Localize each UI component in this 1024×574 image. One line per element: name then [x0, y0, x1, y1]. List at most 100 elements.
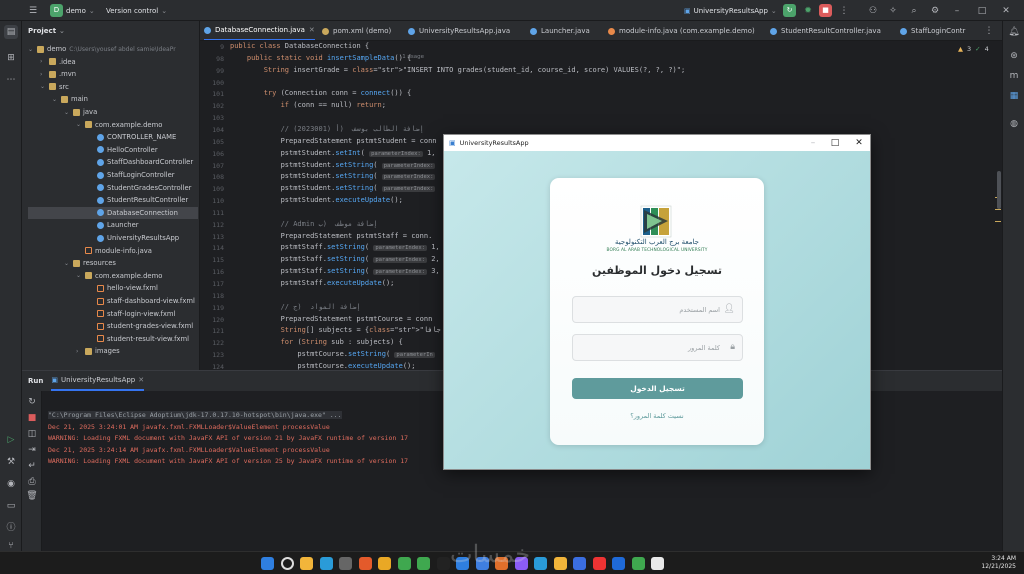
browser-icon[interactable] [339, 557, 352, 570]
app-icon[interactable] [612, 557, 625, 570]
editor-tab[interactable]: module-info.java (com.example.demo) [608, 21, 755, 40]
chevron-down-icon[interactable]: ⌄ [52, 96, 58, 103]
trash-icon[interactable]: 🗑︎ [25, 489, 39, 503]
tree-item[interactable]: UniversityResultsApp [88, 232, 179, 244]
services-tool-icon[interactable]: ◉ [4, 477, 18, 491]
login-button[interactable]: تسجيل الدخول [572, 378, 743, 399]
database-icon[interactable]: ▦ [1007, 89, 1021, 103]
tree-item[interactable]: StudentGradesController [88, 182, 191, 194]
search-icon[interactable] [280, 557, 294, 570]
assistant-button[interactable]: ✧ [886, 4, 900, 17]
minimize-button[interactable]: – [950, 4, 964, 17]
system-clock[interactable]: 3:24 AM 12/21/2025 [970, 555, 1016, 571]
more-tabs-icon[interactable]: ⋮ [982, 24, 996, 38]
start-icon[interactable] [261, 557, 274, 570]
close-button[interactable]: ✕ [999, 4, 1013, 17]
problems-tool-icon[interactable]: ⓘ [4, 521, 18, 535]
app-icon[interactable] [592, 557, 606, 570]
editor-tab[interactable]: Launcher.java [530, 21, 590, 40]
rerun-icon[interactable]: ↻ [25, 395, 39, 409]
close-icon[interactable]: ✕ [852, 136, 866, 150]
pycharm-icon[interactable] [573, 557, 586, 570]
tree-item[interactable]: StaffLoginController [88, 169, 175, 181]
tree-item[interactable]: ⌄ src [40, 81, 69, 93]
forgot-password-link[interactable]: نسيت كلمة المرور؟ [570, 412, 744, 420]
maximize-button[interactable]: □ [975, 4, 989, 17]
editor-tab[interactable]: UniversityResultsApp.java [408, 21, 510, 40]
tree-item[interactable]: ⌄ demo C:\Users\yousef abdel samie\IdeaPr [28, 43, 176, 55]
restore-layout-icon[interactable]: ⇥ [25, 443, 39, 457]
username-field[interactable]: 👤︎ [572, 296, 743, 323]
maven-icon[interactable]: m [1007, 69, 1021, 83]
chevron-down-icon[interactable]: ⌄ [76, 272, 82, 279]
project-panel-header[interactable]: Project ⌄ [22, 21, 199, 41]
more-tools-icon[interactable]: ⋯ [4, 73, 18, 87]
chevron-down-icon[interactable]: ⌄ [64, 260, 70, 267]
tree-item[interactable]: ⌄ resources [64, 257, 116, 269]
tree-item[interactable]: staff-dashboard-view.fxml [88, 295, 195, 307]
print-icon[interactable]: ⎙ [25, 475, 39, 489]
tree-item[interactable]: ⌄ com.example.demo [76, 270, 162, 282]
sheets-icon[interactable] [397, 557, 411, 570]
run-tool-icon[interactable]: ▷ [4, 433, 18, 447]
app-title-bar[interactable]: ▣ UniversityResultsApp – □ ✕ [444, 135, 870, 151]
rerun-button[interactable]: ↻ [783, 4, 796, 17]
java-icon[interactable] [651, 557, 664, 570]
editor-scrollbar[interactable] [997, 171, 1001, 209]
editor-tab[interactable]: StudentResultController.java [770, 21, 881, 40]
brave-icon[interactable] [358, 557, 372, 570]
notifications-icon[interactable]: 🔔︎ [1007, 25, 1021, 39]
inspection-widget[interactable]: ▲ 3 ✓ 4 [958, 45, 989, 53]
chevron-down-icon[interactable]: ⌄ [64, 109, 70, 116]
tree-item[interactable]: module-info.java [76, 245, 152, 257]
camera-icon[interactable]: ◫ [25, 427, 39, 441]
chevron-down-icon[interactable]: ⌄ [28, 46, 34, 53]
project-tool-icon[interactable]: ▤ [4, 25, 18, 39]
tree-item[interactable]: › .idea [40, 56, 76, 68]
minimize-icon[interactable]: – [806, 136, 820, 150]
tree-item[interactable]: › images [76, 345, 120, 357]
code-with-me-button[interactable]: ⚇ [866, 4, 880, 17]
stop-icon[interactable]: ■ [25, 411, 39, 425]
tree-item[interactable]: CONTROLLER_NAME [88, 131, 176, 143]
editor-tab[interactable]: DatabaseConnection.java ✕ [204, 21, 315, 40]
close-icon[interactable]: ✕ [138, 376, 144, 384]
settings-button[interactable]: ⚙ [928, 4, 942, 17]
password-field[interactable]: 🔒︎ [572, 334, 743, 361]
tree-item[interactable]: hello-view.fxml [88, 282, 158, 294]
run-config-selector[interactable]: ▣ UniversityResultsApp ⌄ [684, 4, 777, 17]
tree-item[interactable]: HelloController [88, 144, 158, 156]
chevron-right-icon[interactable]: › [40, 71, 46, 78]
app-icon[interactable] [417, 557, 430, 570]
build-tool-icon[interactable]: ⚒ [4, 455, 18, 469]
app-icon[interactable] [553, 557, 567, 570]
edge-icon[interactable] [319, 557, 333, 570]
chevron-right-icon[interactable]: › [40, 58, 46, 65]
project-switcher[interactable]: D demo ⌄ [50, 4, 95, 17]
username-input[interactable] [573, 297, 742, 322]
debug-button[interactable]: ✹ [801, 4, 815, 17]
tree-item[interactable]: StaffDashboardController [88, 156, 193, 168]
wrap-icon[interactable]: ↵ [25, 459, 39, 473]
app-icon[interactable] [631, 557, 645, 570]
chevron-right-icon[interactable]: › [76, 348, 82, 355]
password-input[interactable] [573, 335, 742, 360]
search-everywhere-button[interactable]: ⌕ [907, 4, 921, 17]
telegram-icon[interactable] [534, 557, 547, 570]
ide-icon[interactable] [436, 557, 450, 570]
more-actions-button[interactable]: ⋮ [837, 4, 851, 17]
tree-item[interactable]: ⌄ com.example.demo [76, 119, 162, 131]
tree-item[interactable]: DatabaseConnection [28, 206, 198, 219]
tree-item[interactable]: staff-login-view.fxml [88, 308, 175, 320]
tree-item[interactable]: ⌄ main [52, 93, 88, 105]
maximize-icon[interactable]: □ [828, 136, 842, 150]
main-menu-button[interactable]: ☰ [26, 4, 40, 17]
ai-assistant-icon[interactable]: ⊛ [1007, 49, 1021, 63]
chrome-icon[interactable] [378, 557, 391, 570]
copilot-icon[interactable]: ◍ [1007, 117, 1021, 131]
stop-button[interactable]: ■ [819, 4, 832, 17]
file-explorer-icon[interactable] [300, 557, 313, 570]
version-control-menu[interactable]: Version control ⌄ [106, 4, 167, 17]
editor-tab[interactable]: StaffLoginContr [900, 21, 965, 40]
run-config-tab[interactable]: ▣ UniversityResultsApp ✕ [51, 371, 145, 391]
